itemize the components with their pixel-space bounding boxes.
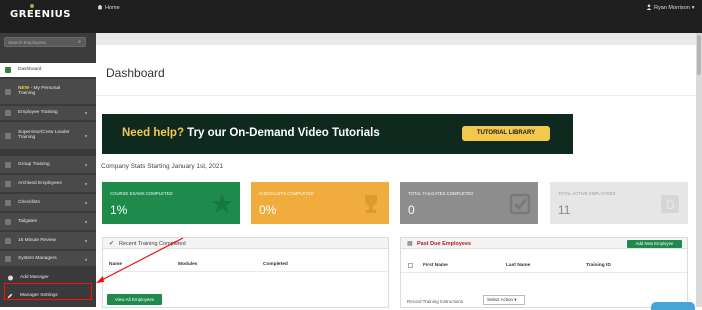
annotation-arrow — [96, 237, 184, 283]
chat-widget[interactable] — [651, 302, 695, 310]
scrollbar[interactable] — [696, 33, 702, 307]
annotation-highlight-box — [4, 283, 92, 300]
scroll-thumb[interactable] — [697, 35, 701, 75]
